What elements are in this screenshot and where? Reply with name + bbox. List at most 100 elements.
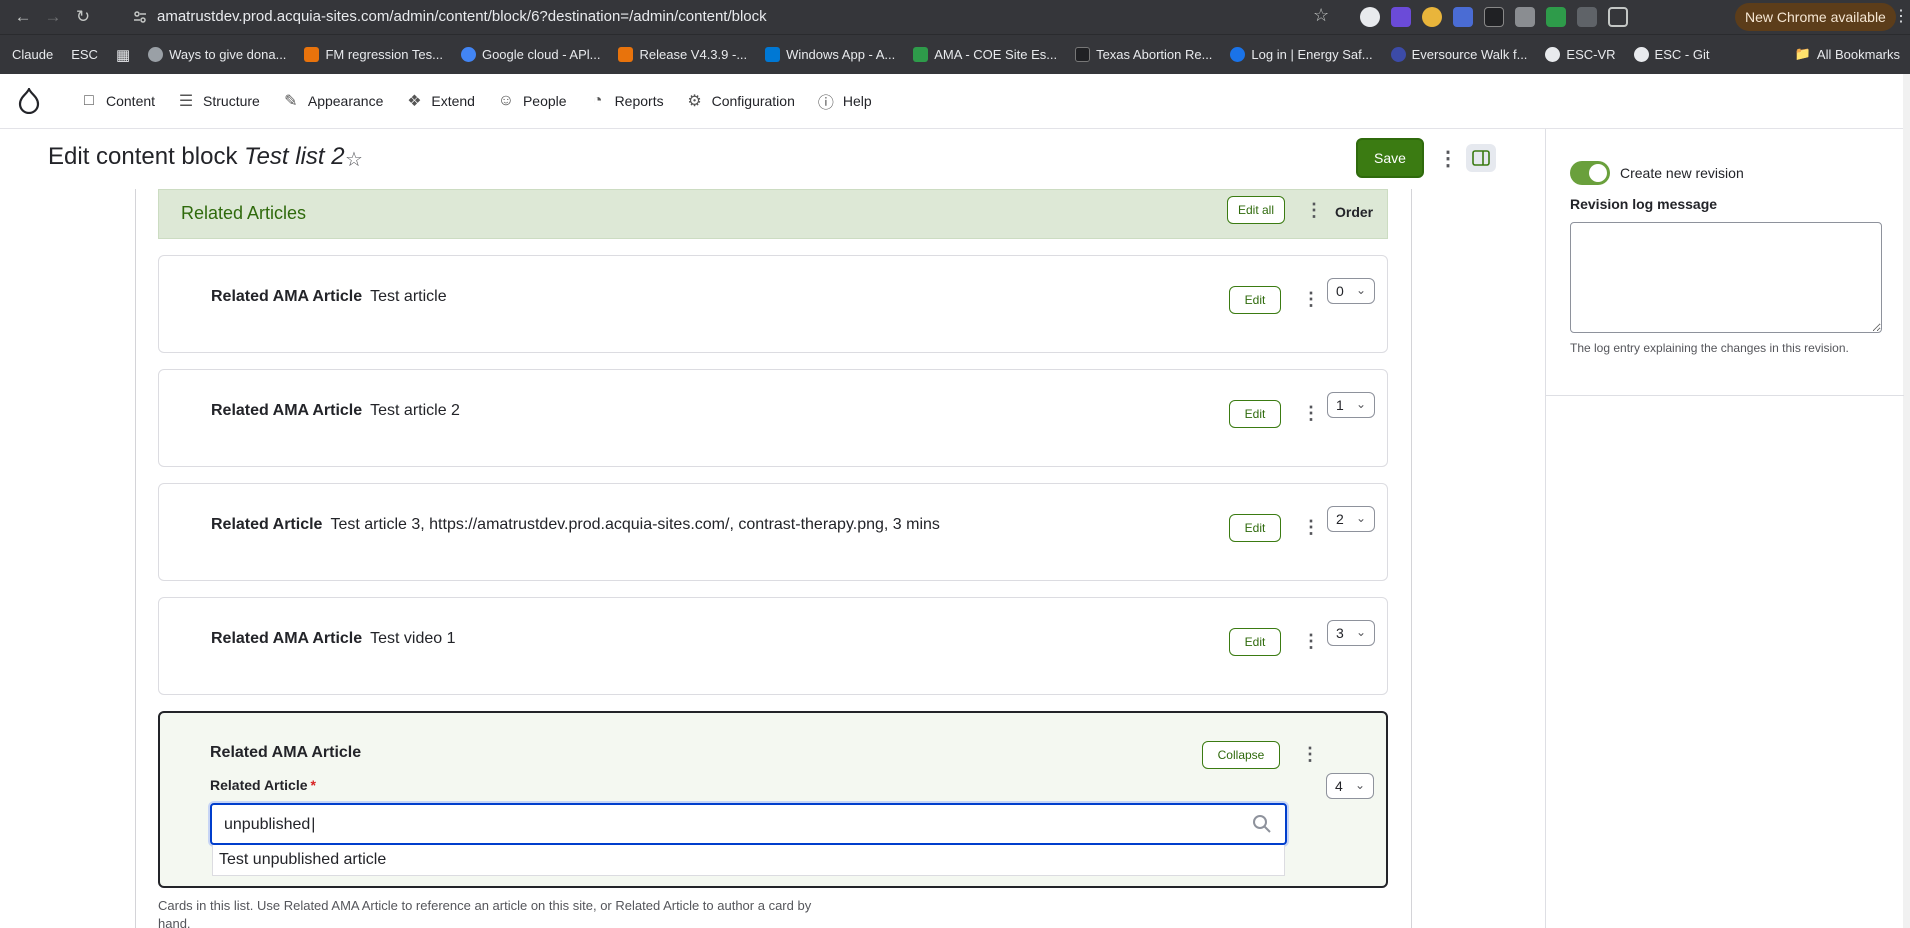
brush-icon: ✎: [284, 93, 298, 110]
card-title: Related AMA Article Test video 1: [211, 630, 456, 647]
create-revision-toggle[interactable]: Create new revision: [1570, 161, 1744, 185]
edit-button[interactable]: Edit: [1229, 286, 1281, 314]
revision-log-label: Revision log message: [1570, 196, 1718, 212]
revision-log-description: The log entry explaining the changes in …: [1570, 341, 1849, 355]
extension-icon[interactable]: [1577, 7, 1597, 27]
chevron-down-icon: ⌄: [1354, 778, 1365, 792]
forward-icon[interactable]: →: [38, 2, 68, 32]
card-more-icon[interactable]: ⋮: [1301, 744, 1319, 765]
section-more-icon[interactable]: ⋮: [1305, 200, 1323, 221]
apps-grid-icon[interactable]: ▦: [116, 46, 130, 64]
weight-select[interactable]: 4 ⌄: [1326, 773, 1374, 799]
expanded-list-item: Related AMA Article Collapse ⋮ 4 ⌄ Relate…: [158, 711, 1388, 888]
bookmark-item[interactable]: Ways to give dona...: [148, 47, 286, 62]
extension-icon[interactable]: [1515, 7, 1535, 27]
weight-select[interactable]: 0 ⌄: [1327, 278, 1375, 304]
bookmark-item[interactable]: ESC: [71, 47, 98, 62]
card-more-icon[interactable]: ⋮: [1302, 289, 1320, 310]
help-icon: ⓘ: [817, 95, 834, 112]
address-bar[interactable]: amatrustdev.prod.acquia-sites.com/admin/…: [157, 8, 767, 25]
back-icon[interactable]: ←: [8, 2, 38, 32]
weight-select[interactable]: 2 ⌄: [1327, 506, 1375, 532]
extension-icon[interactable]: [1546, 7, 1566, 27]
extension-icon[interactable]: [1422, 7, 1442, 27]
related-article-autocomplete-input[interactable]: unpublished: [210, 803, 1287, 845]
more-actions-icon[interactable]: ⋮: [1438, 146, 1458, 171]
chart-icon: ◔: [592, 92, 603, 109]
sidebar-toggle-button[interactable]: [1466, 144, 1496, 172]
bookmark-item[interactable]: Texas Abortion Re...: [1075, 47, 1212, 62]
toolbar-item-help[interactable]: ⓘ Help: [817, 89, 872, 113]
toolbar-item-reports[interactable]: ◔ Reports: [589, 92, 664, 110]
weight-select[interactable]: 3 ⌄: [1327, 620, 1375, 646]
toolbar-item-configuration[interactable]: ⚙ Configuration: [686, 91, 794, 111]
puzzle-extensions-icon[interactable]: [1608, 7, 1628, 27]
edit-button[interactable]: Edit: [1229, 400, 1281, 428]
bookmark-item[interactable]: Release V4.3.9 -...: [618, 47, 747, 62]
chevron-down-icon: ⌄: [1355, 283, 1366, 297]
edit-button[interactable]: Edit: [1229, 628, 1281, 656]
chevron-down-icon: ⌄: [1355, 511, 1366, 525]
list-item: Related Article Test article 3, https://a…: [158, 483, 1388, 581]
extension-icon[interactable]: [1360, 7, 1380, 27]
bookmark-item[interactable]: AMA - COE Site Es...: [913, 47, 1057, 62]
edit-all-button[interactable]: Edit all: [1227, 196, 1286, 224]
toolbar-item-structure[interactable]: ☰ Structure: [177, 91, 260, 111]
autocomplete-dropdown: Test unpublished article: [212, 845, 1285, 876]
toolbar-item-appearance[interactable]: ✎ Appearance: [282, 91, 383, 111]
card-more-icon[interactable]: ⋮: [1302, 403, 1320, 424]
page-scrollbar[interactable]: [1903, 74, 1910, 928]
card-title: Related AMA Article Test article: [211, 288, 447, 305]
windows-icon: [765, 47, 781, 62]
card-more-icon[interactable]: ⋮: [1302, 517, 1320, 538]
order-link[interactable]: Order: [1335, 204, 1373, 220]
revision-switch[interactable]: [1570, 161, 1610, 185]
layers-icon: ☰: [178, 93, 194, 110]
google-icon: [460, 47, 476, 62]
bookmark-item[interactable]: FM regression Tes...: [304, 47, 443, 62]
meta-sidebar: Create new revision Revision log message…: [1545, 129, 1904, 928]
extensions-row: [1360, 7, 1628, 27]
drop-icon: [1230, 47, 1246, 62]
section-title: Related Articles: [181, 203, 307, 223]
bookmark-favicon-icon: [304, 47, 320, 62]
card-title: Related AMA Article: [210, 744, 362, 761]
shortcut-star-icon[interactable]: ☆: [345, 147, 363, 172]
drupal-logo-icon[interactable]: [0, 74, 58, 129]
revision-log-textarea[interactable]: [1570, 222, 1882, 333]
all-bookmarks-link[interactable]: 📁 All Bookmarks: [1795, 46, 1900, 62]
bookmark-item[interactable]: ESC-VR: [1545, 47, 1616, 62]
bookmark-item[interactable]: Windows App - A...: [765, 47, 895, 62]
bookmark-item[interactable]: Claude: [12, 47, 53, 62]
bookmark-item[interactable]: Log in | Energy Saf...: [1230, 47, 1373, 62]
collapse-button[interactable]: Collapse: [1202, 741, 1280, 769]
toolbar-item-extend[interactable]: ❖ Extend: [405, 91, 475, 111]
divider: [1546, 395, 1904, 396]
related-article-label: Related Article *: [210, 777, 316, 793]
bookmark-favicon-icon: [913, 47, 929, 62]
weight-select[interactable]: 1 ⌄: [1327, 392, 1375, 418]
autocomplete-suggestion[interactable]: Test unpublished article: [219, 851, 386, 869]
site-info-icon[interactable]: [132, 9, 148, 25]
toolbar-item-content[interactable]: □ Content: [80, 92, 155, 110]
chrome-menu-icon[interactable]: ⋮: [1893, 6, 1909, 26]
folder-icon: 📁: [1794, 46, 1811, 61]
github-icon: [1633, 47, 1649, 62]
chevron-down-icon: ⌄: [1355, 625, 1366, 639]
bookmark-star-icon[interactable]: ☆: [1313, 5, 1329, 26]
edit-button[interactable]: Edit: [1229, 514, 1281, 542]
extension-icon[interactable]: [1484, 7, 1504, 27]
bookmark-item[interactable]: ESC - Git: [1633, 47, 1709, 62]
card-more-icon[interactable]: ⋮: [1302, 631, 1320, 652]
chevron-down-icon: ⌄: [1355, 397, 1366, 411]
bookmark-item[interactable]: Google cloud - APl...: [460, 47, 600, 62]
list-item: Related AMA Article Test article 2 Edit ⋮…: [158, 369, 1388, 467]
browser-top-bar: ← → ↻ amatrustdev.prod.acquia-sites.com/…: [0, 0, 1910, 34]
new-chrome-button[interactable]: New Chrome available: [1735, 3, 1896, 31]
save-button[interactable]: Save: [1356, 138, 1424, 178]
extension-icon[interactable]: [1391, 7, 1411, 27]
extension-icon[interactable]: [1453, 7, 1473, 27]
reload-icon[interactable]: ↻: [68, 2, 98, 32]
toolbar-item-people[interactable]: ☺ People: [497, 92, 567, 110]
bookmark-item[interactable]: Eversource Walk f...: [1390, 47, 1527, 62]
